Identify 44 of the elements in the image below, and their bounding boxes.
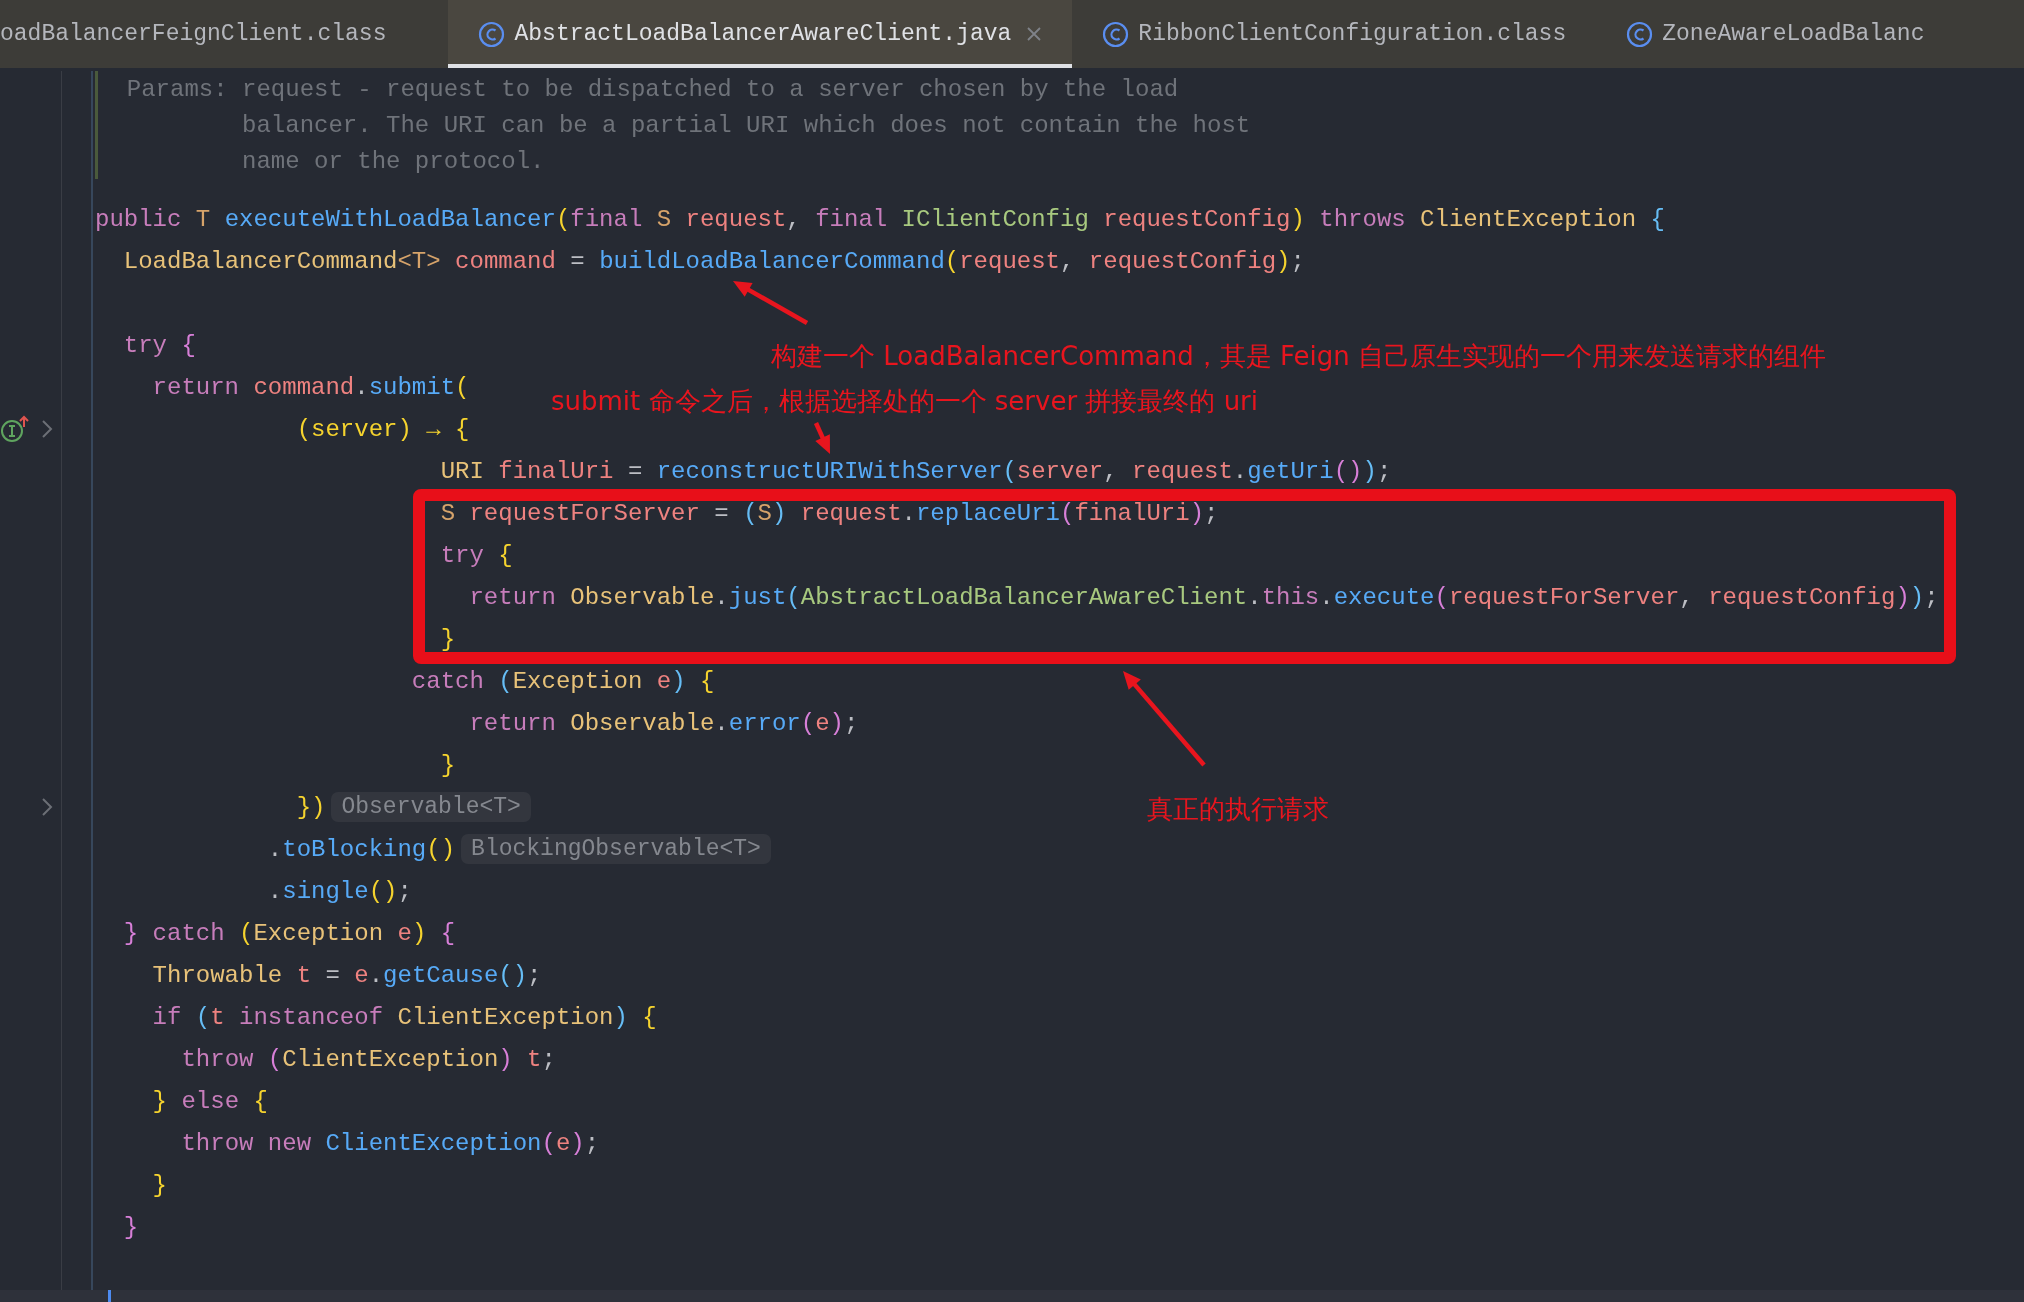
code-line: Throwable t = e.getCause();: [152, 961, 542, 989]
annotation-text: 真正的执行请求: [1147, 796, 1329, 822]
code-line: URI finalUri = reconstructURIWithServer(server, request.getUri());: [440, 457, 1392, 485]
code-line: throw (ClientException) t;: [181, 1045, 556, 1073]
code-line: } catch (Exception e) {: [123, 919, 456, 947]
annotation-text: 构建一个 LoadBalancerCommand，其是 Feign 自己原生实现的一个用来发送请求的组件: [771, 343, 1826, 369]
close-icon[interactable]: [1026, 26, 1043, 42]
tab-label: RibbonClientConfiguration.class: [1138, 21, 1567, 47]
code-line: S requestForServer = (S) request.replaceUri(finalUri);: [440, 499, 1219, 527]
code-line: throw new ClientException(e);: [181, 1129, 600, 1157]
code-line: return command.submit(: [152, 373, 470, 401]
code-line: }): [296, 793, 326, 821]
tab-label: AbstractLoadBalancerAwareClient.java: [514, 21, 1012, 47]
code-line: } else {: [152, 1087, 268, 1115]
editor-tab[interactable]: RibbonClientConfiguration.class: [1072, 0, 1597, 68]
doc-comment-line: balancer. The URI can be a partial URI which does not contain the host: [242, 111, 1251, 139]
code-line: try {: [123, 331, 196, 359]
code-line: LoadBalancerCommand<T> command = buildLoadBalancerCommand(request, requestConfig);: [123, 247, 1305, 275]
inlay-hint: BlockingObservable<T>: [461, 834, 771, 864]
editor-tab[interactable]: oadBalancerFeignClient.class: [0, 0, 449, 68]
code-line: }: [440, 625, 456, 653]
doc-comment-line: Params: request - request to be dispatched to a server chosen by the load: [126, 75, 1179, 103]
code-line: }: [123, 1213, 139, 1241]
implements-icon[interactable]: [0, 415, 30, 443]
code-line: try {: [440, 541, 513, 569]
code-line: }: [152, 1171, 167, 1199]
doc-comment-line: name or the protocol.: [242, 147, 545, 175]
annotation-text: submit 命令之后，根据选择处的一个 server 拼接最终的 uri: [551, 388, 1259, 414]
fold-chevron-icon[interactable]: [41, 797, 53, 817]
code-line: public T executeWithLoadBalancer(final S request, final IClientConfig requestConfig) throws ClientException {: [95, 205, 1665, 233]
code-line: .toBlocking(): [267, 835, 456, 863]
code-line: (server) → {: [296, 415, 470, 443]
inlay-hint: Observable<T>: [331, 792, 531, 822]
editor-tab[interactable]: ZoneAwareLoadBalanc: [1596, 0, 1955, 68]
code-line: if (t instanceof ClientException) {: [152, 1003, 657, 1031]
tab-label: ZoneAwareLoadBalanc: [1662, 21, 1925, 47]
tab-label: oadBalancerFeignClient.class: [0, 21, 387, 47]
code-line: return Observable.just(AbstractLoadBalancerAwareClient.this.execute(requestForServer, requestConfig));: [469, 583, 1939, 611]
code-line: }: [440, 751, 456, 779]
editor-tab[interactable]: AbstractLoadBalancerAwareClient.java: [448, 0, 1073, 68]
code-line: catch (Exception e) {: [411, 667, 715, 695]
fold-chevron-icon[interactable]: [41, 419, 53, 439]
code-line: .single();: [267, 877, 412, 905]
code-line: return Observable.error(e);: [469, 709, 859, 737]
